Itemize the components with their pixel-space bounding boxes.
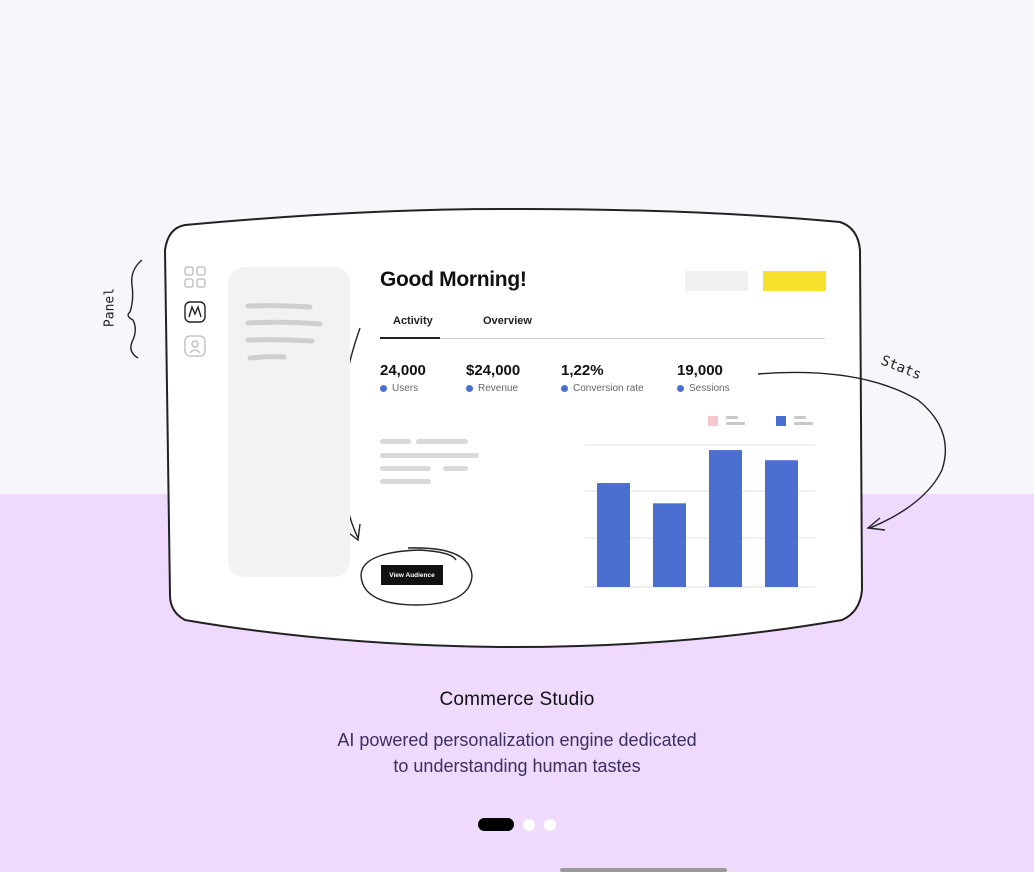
tab-overview[interactable]: Overview: [483, 315, 532, 327]
stat-value: 1,22%: [561, 362, 604, 379]
stat-label: Users: [392, 383, 419, 394]
placeholder-line: [380, 479, 431, 484]
stat-label: Conversion rate: [573, 383, 644, 394]
legend-swatch-pink: [708, 416, 718, 426]
placeholder-line: [443, 466, 468, 471]
description-line: AI powered personalization engine dedica…: [337, 730, 697, 750]
stat-users: 24,000 Users: [380, 362, 426, 394]
info-dot-icon: [466, 385, 473, 392]
carousel-dot[interactable]: [544, 819, 556, 831]
primary-button[interactable]: [763, 271, 826, 291]
placeholder-line: [416, 439, 468, 444]
stat-value: $24,000: [466, 362, 521, 379]
stat-label: Revenue: [478, 383, 519, 394]
stat-value: 19,000: [677, 362, 723, 379]
product-title: Commerce Studio: [439, 689, 595, 710]
scrollbar-handle[interactable]: [560, 868, 727, 872]
info-dot-icon: [561, 385, 568, 392]
product-description: AI powered personalization engine dedica…: [292, 727, 742, 779]
tab-activity[interactable]: Activity: [393, 315, 433, 327]
description-line: to understanding human tastes: [393, 756, 641, 776]
chart-bar: [765, 460, 798, 587]
placeholder-line: [380, 439, 411, 444]
legend-line: [726, 416, 738, 419]
view-audience-button[interactable]: View Audience: [381, 565, 443, 585]
carousel-dot[interactable]: [523, 819, 535, 831]
carousel-dot-active[interactable]: [478, 818, 514, 831]
stat-value: 24,000: [380, 362, 426, 379]
active-tab-indicator: [380, 337, 440, 339]
legend-line: [794, 422, 813, 425]
stat-label: Sessions: [689, 383, 730, 394]
stat-conversion: 1,22% Conversion rate: [561, 362, 644, 394]
bar-chart: [585, 416, 815, 588]
placeholder-line: [380, 453, 479, 458]
placeholder-line: [380, 466, 431, 471]
chart-bar: [597, 483, 630, 587]
secondary-button[interactable]: [685, 271, 748, 291]
legend-line: [794, 416, 806, 419]
info-dot-icon: [677, 385, 684, 392]
chart-bar: [653, 503, 686, 587]
stat-sessions: 19,000 Sessions: [677, 362, 730, 394]
info-dot-icon: [380, 385, 387, 392]
chart-bar: [709, 450, 742, 587]
greeting-title: Good Morning!: [380, 268, 527, 291]
tabs-divider: [440, 338, 825, 339]
legend-swatch-blue: [776, 416, 786, 426]
legend-line: [726, 422, 745, 425]
stat-revenue: $24,000 Revenue: [466, 362, 520, 394]
